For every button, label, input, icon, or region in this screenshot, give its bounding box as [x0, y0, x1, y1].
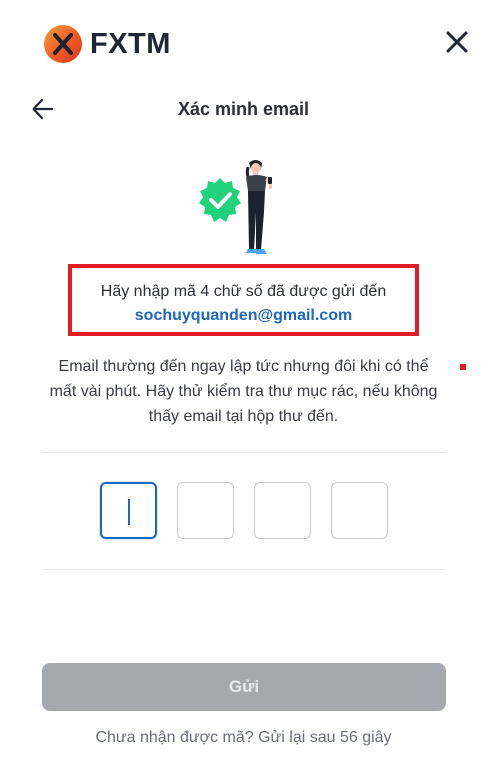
recipient-email: sochuyquanden@gmail.com [134, 307, 353, 324]
close-icon[interactable] [443, 28, 471, 56]
fxtm-logo-mark-icon [44, 25, 82, 63]
divider [42, 569, 446, 570]
description-line: Email thường đến ngay lập tức nhưng đôi … [58, 358, 429, 375]
brand-name: FXTM [90, 27, 171, 60]
code-digit-4[interactable] [331, 482, 388, 539]
verification-illustration [190, 157, 290, 259]
annotation-marker [460, 364, 466, 370]
description-line: mất vài phút. Hãy thử kiểm tra thư mục r… [49, 383, 438, 400]
code-digit-3[interactable] [254, 482, 311, 539]
verified-badge-icon [199, 178, 241, 222]
submit-button[interactable]: Gửi [42, 663, 446, 711]
code-sent-message: Hãy nhập mã 4 chữ số đã được gửi đến [100, 283, 387, 300]
text-caret [128, 499, 130, 525]
code-input-group [100, 482, 388, 540]
page-title: Xác minh email [177, 99, 310, 119]
email-delay-description: Email thường đến ngay lập tức nhưng đôi … [40, 354, 447, 429]
divider [42, 452, 446, 453]
code-digit-2[interactable] [177, 482, 234, 539]
resend-countdown: Chưa nhận được mã? Gửi lại sau 56 giây [95, 729, 392, 746]
description-line: thấy email tại hộp thư đến. [148, 408, 339, 425]
fxtm-logo: FXTM [44, 25, 171, 63]
person-figure [245, 160, 272, 254]
code-digit-1[interactable] [100, 482, 157, 539]
